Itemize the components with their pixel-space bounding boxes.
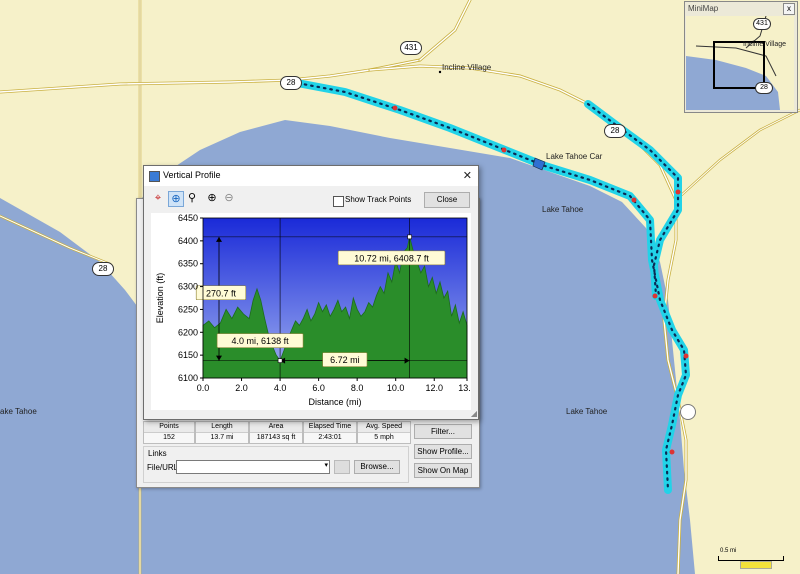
show-track-points-label: Show Track Points	[345, 195, 412, 204]
close-button[interactable]: Close	[424, 192, 470, 208]
stat-header: Points	[144, 422, 194, 433]
stat-value: 187143 sq ft	[256, 434, 296, 441]
stat-area: Area 187143 sq ft	[249, 421, 303, 444]
file-url-value	[177, 463, 179, 472]
minimap-canvas[interactable]	[686, 16, 794, 110]
links-group-label: Links	[148, 449, 167, 458]
open-link-button[interactable]	[334, 460, 350, 474]
x-tick-label: 4.0	[274, 383, 287, 393]
start-point-label: 4.0 mi, 6138 ft	[232, 336, 290, 346]
stat-header: Avg. Speed	[358, 422, 410, 433]
place-label-lake-tahoe: ake Tahoe	[0, 407, 37, 416]
x-tick-label: 6.0	[312, 383, 325, 393]
track-stats-table: Points 152 Length 13.7 mi Area 187143 sq…	[143, 421, 411, 444]
stat-value: 152	[163, 434, 175, 441]
y-tick-label: 6300	[178, 282, 198, 292]
stat-points: Points 152	[143, 421, 195, 444]
y-tick-label: 6400	[178, 236, 198, 246]
scale-bar: 0.5 mi	[716, 548, 792, 570]
y-tick-label: 6450	[178, 213, 198, 223]
route-shield-28: 28	[280, 76, 302, 90]
y-axis-label: Elevation (ft)	[155, 273, 165, 324]
app-icon	[149, 171, 160, 182]
minimap-close-button[interactable]: x	[783, 3, 795, 15]
scale-label: 0.5 mi	[720, 548, 737, 554]
x-axis-label: Distance (mi)	[308, 397, 361, 407]
close-icon[interactable]: ✕	[463, 169, 472, 182]
y-tick-label: 6250	[178, 304, 198, 314]
stat-header: Elapsed Time	[304, 422, 356, 433]
start-point-marker	[277, 358, 283, 363]
waypoint-marker[interactable]	[652, 293, 658, 299]
stat-value: 13.7 mi	[210, 434, 234, 441]
x-tick-label: 12.0	[425, 383, 443, 393]
show-track-points-checkbox[interactable]	[333, 196, 344, 207]
place-dot-icon	[438, 70, 442, 74]
minimap-route-shield-431: 431	[753, 18, 771, 30]
waypoint-marker[interactable]	[392, 105, 398, 111]
map-marker-circle	[680, 404, 696, 420]
scale-logo	[740, 561, 772, 569]
y-tick-label: 6200	[178, 327, 198, 337]
route-shield-28: 28	[604, 124, 626, 138]
vertical-profile-dialog[interactable]: Vertical Profile ✕ ⌖ ⊕ ⚲ ⊕ ⊖ Show Track …	[143, 165, 479, 420]
elevation-profile-chart[interactable]: 10.72 mi, 6408.7 ft 4.0 mi, 6138 ft 270.7 …	[151, 213, 471, 410]
minimap-panel[interactable]: MiniMap x Incline Village 431 28	[684, 1, 798, 113]
crosshair-icon[interactable]: ⌖	[151, 191, 165, 205]
x-tick-label: 10.0	[387, 383, 405, 393]
place-label-lake-tahoe-car: Lake Tahoe Car	[546, 152, 603, 161]
stat-elapsed-time: Elapsed Time 2:43:01	[303, 421, 357, 444]
show-profile-button[interactable]: Show Profile...	[414, 444, 472, 459]
run-label: 6.72 mi	[330, 355, 360, 365]
waypoint-marker[interactable]	[501, 147, 507, 153]
end-point-marker	[407, 234, 412, 240]
zoom-out-icon[interactable]: ⊖	[222, 191, 236, 205]
show-on-map-button[interactable]: Show On Map	[414, 463, 472, 478]
select-icon[interactable]: ⊕	[168, 191, 184, 207]
filter-button[interactable]: Filter...	[414, 424, 472, 439]
stat-avg-speed: Avg. Speed 5 mph	[357, 421, 411, 444]
rise-label: 270.7 ft	[206, 288, 237, 298]
route-shield-431: 431	[400, 41, 422, 55]
minimap-place-label: Incline Village	[743, 41, 787, 48]
y-tick-label: 6150	[178, 350, 198, 360]
zoom-in-icon[interactable]: ⊕	[205, 191, 219, 205]
x-tick-label: 0.0	[197, 383, 210, 393]
zoom-icon[interactable]: ⚲	[185, 191, 199, 205]
y-tick-label: 6350	[178, 259, 198, 269]
minimap-route-shield-28: 28	[755, 82, 773, 94]
minimap-title: MiniMap	[688, 4, 719, 13]
links-group: Links File/URL: ▾ Browse...	[143, 446, 409, 483]
stat-value: 2:43:01	[318, 434, 342, 441]
chevron-down-icon[interactable]: ▾	[324, 461, 328, 469]
dialog-title-bar[interactable]: Vertical Profile ✕	[144, 166, 478, 186]
waypoint-marker[interactable]	[683, 353, 689, 359]
place-label-incline-village: Incline Village	[442, 63, 492, 72]
file-url-input[interactable]: ▾	[176, 460, 330, 474]
stat-value: 5 mph	[374, 434, 394, 441]
place-label-lake-tahoe: Lake Tahoe	[566, 407, 608, 416]
y-tick-label: 6100	[178, 373, 198, 383]
waypoint-marker[interactable]	[675, 189, 681, 195]
stat-header: Area	[250, 422, 302, 433]
route-shield-28: 28	[92, 262, 114, 276]
waypoint-marker[interactable]	[669, 449, 675, 455]
x-tick-label: 8.0	[351, 383, 364, 393]
x-tick-label: 2.0	[235, 383, 248, 393]
browse-button[interactable]: Browse...	[354, 460, 400, 474]
stat-length: Length 13.7 mi	[195, 421, 249, 444]
x-tick-label: 13.7	[458, 383, 471, 393]
resize-grip-icon[interactable]: ◢	[471, 409, 477, 418]
stat-header: Length	[196, 422, 248, 433]
waypoint-marker[interactable]	[631, 197, 637, 203]
dialog-title: Vertical Profile	[163, 170, 221, 180]
end-point-label: 10.72 mi, 6408.7 ft	[354, 253, 429, 263]
place-label-lake-tahoe: Lake Tahoe	[542, 205, 584, 214]
